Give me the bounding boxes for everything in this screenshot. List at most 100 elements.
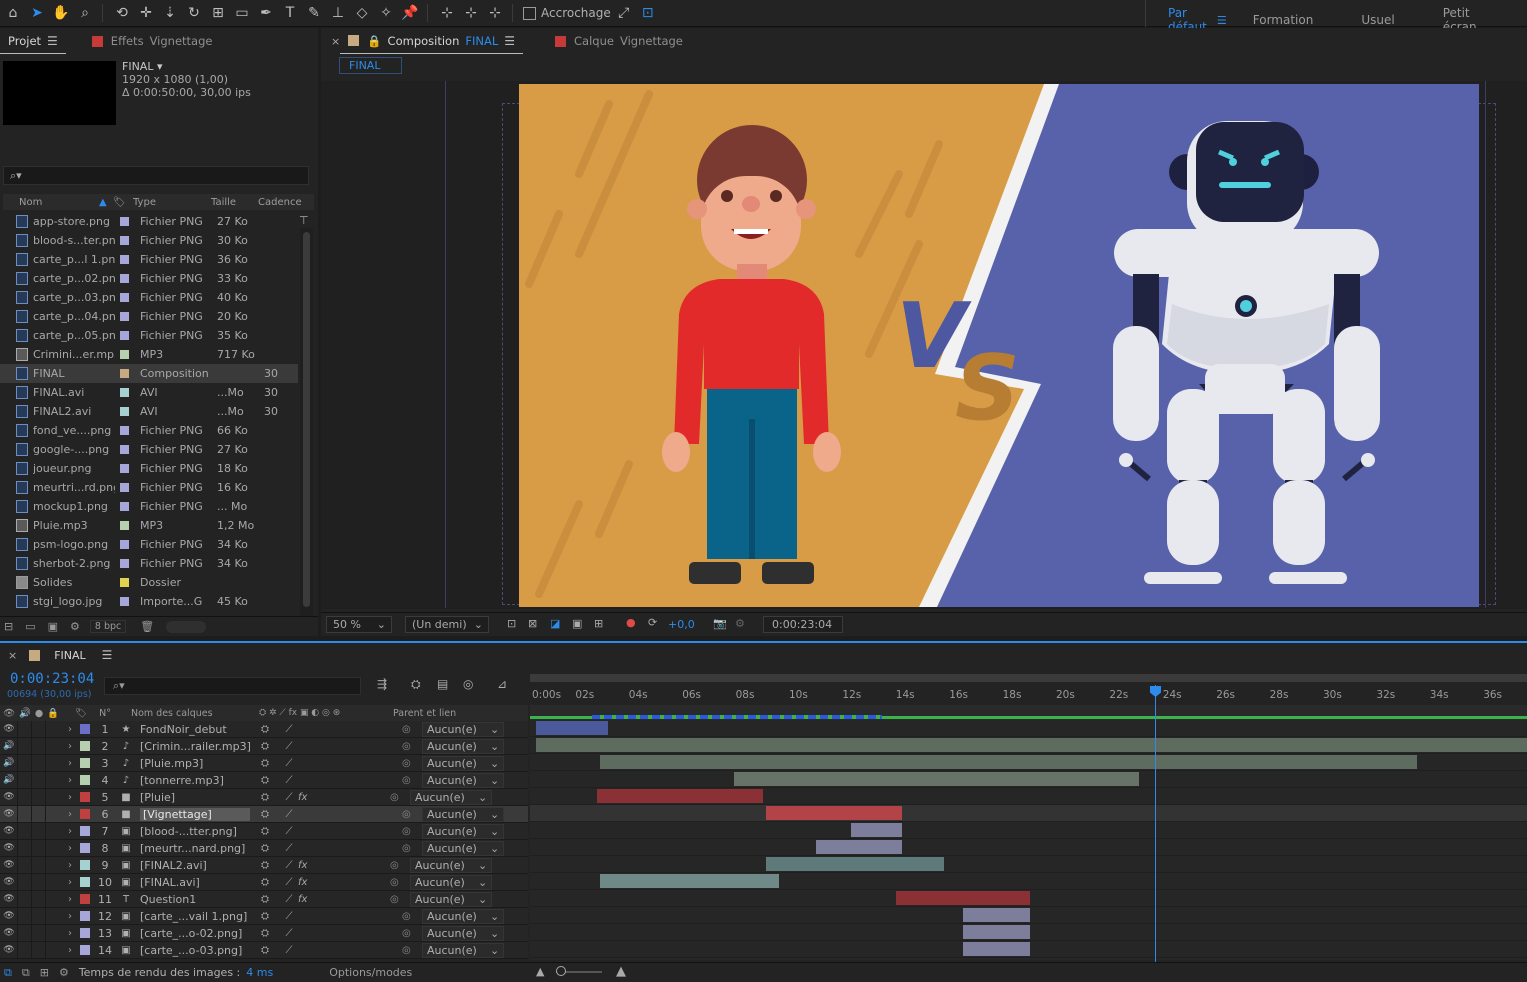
layer-duration-bar[interactable] <box>600 874 779 888</box>
layer-label-swatch[interactable] <box>80 911 90 921</box>
expand-chevron-icon[interactable]: › <box>63 928 77 939</box>
graph-editor-icon[interactable]: ⊿ <box>497 677 507 691</box>
axis-local-icon[interactable]: ⊹ <box>436 2 458 24</box>
quality-switch-icon[interactable]: ⟋ <box>280 758 298 769</box>
pick-whip-icon[interactable]: ◎ <box>402 809 414 820</box>
toggle-cell[interactable] <box>31 771 45 789</box>
layer-row[interactable]: 👁 › 9 ▣ [FINAL2.avi] ⛭ ⟋ fx ◎ Aucun(e) ⌄ <box>0 856 528 874</box>
project-item[interactable]: FINAL Composition 30 <box>0 364 298 383</box>
shy-switch-icon[interactable]: ⛭ <box>250 758 280 769</box>
layer-row[interactable]: 👁 › 8 ▣ [meurtr...nard.png] ⛭ ⟋ ◎ Aucun(e) ⌄ <box>0 839 528 857</box>
project-item[interactable]: carte_p...05.png Fichier PNG 35 Ko <box>0 326 298 345</box>
shy-switch-icon[interactable]: ⛭ <box>250 826 280 837</box>
shy-switch-icon[interactable]: ⛭ <box>250 843 280 854</box>
new-composition-icon[interactable]: ▣ <box>48 620 58 633</box>
layer-track[interactable] <box>530 754 1527 771</box>
show-snapshot-icon[interactable]: ⚙ <box>735 617 745 630</box>
layer-track[interactable] <box>530 873 1527 890</box>
toggle-switches-modes-button[interactable]: Options/modes <box>329 966 412 979</box>
fast-preview-icon[interactable]: ⊡ <box>507 617 516 630</box>
toggle-cell[interactable] <box>17 839 31 857</box>
eraser-tool-icon[interactable]: ◇ <box>351 2 373 24</box>
panel-menu-icon[interactable]: ☰ <box>504 34 515 48</box>
tab-effects[interactable]: Effets Vignettage <box>84 28 221 54</box>
chevron-down-icon[interactable]: ⌄ <box>490 944 499 957</box>
toggle-cell[interactable] <box>31 873 45 891</box>
toggle-cell[interactable] <box>31 941 45 959</box>
project-item[interactable]: joueur.png Fichier PNG 18 Ko <box>0 459 298 478</box>
expand-chevron-icon[interactable]: › <box>63 945 77 956</box>
workspace-training[interactable]: Formation <box>1253 13 1314 27</box>
toggle-cell[interactable] <box>17 720 31 738</box>
project-item[interactable]: Solides Dossier <box>0 573 298 592</box>
layer-track[interactable] <box>530 822 1527 839</box>
layer-track[interactable] <box>530 907 1527 924</box>
layer-row[interactable]: 🔊 › 2 ♪ [Crimin...railer.mp3] ⛭ ⟋ ◎ Aucun(e) ⌄ <box>0 737 528 755</box>
layer-search-input[interactable]: ⌕▾ <box>104 677 361 695</box>
layer-row[interactable]: 👁 › 11 T Question1 ⛭ ⟋ fx ◎ Aucun(e) ⌄ <box>0 890 528 908</box>
pick-whip-icon[interactable]: ◎ <box>402 775 414 786</box>
project-item[interactable]: psm-logo.png Fichier PNG 34 Ko <box>0 535 298 554</box>
layer-name[interactable]: [Vignettage] <box>140 807 250 821</box>
layer-name[interactable]: [Pluie] <box>140 791 250 804</box>
col-size[interactable]: Taille <box>211 197 258 208</box>
layer-track[interactable] <box>530 771 1527 788</box>
layer-label-swatch[interactable] <box>80 928 90 938</box>
toggle-cell[interactable] <box>45 754 59 772</box>
shy-switch-icon[interactable]: ⛭ <box>250 894 280 905</box>
puppet-pin-icon[interactable]: 📌 <box>399 2 421 24</box>
toggle-cell[interactable] <box>31 754 45 772</box>
layer-duration-bar[interactable] <box>816 840 902 854</box>
project-item[interactable]: FINAL.avi AVI ...Mo 30 <box>0 383 298 402</box>
audio-toggle-icon[interactable]: 🔊 <box>3 775 15 785</box>
lock-icon[interactable]: 🔒 <box>367 34 381 48</box>
expand-chevron-icon[interactable]: › <box>63 911 77 922</box>
quality-switch-icon[interactable]: ⟋ <box>280 945 298 956</box>
brush-tool-icon[interactable]: ✎ <box>303 2 325 24</box>
label-tag-icon[interactable]: 🏷 <box>75 708 87 719</box>
rotate-tool-icon[interactable]: ↻ <box>183 2 205 24</box>
toggle-cell[interactable] <box>45 924 59 942</box>
layer-toggle-cells[interactable] <box>17 754 63 772</box>
chevron-down-icon[interactable]: ⌄ <box>490 757 499 770</box>
pick-whip-icon[interactable]: ◎ <box>402 724 414 735</box>
layer-label-swatch[interactable] <box>80 860 90 870</box>
snap-grid-icon[interactable]: ⊡ <box>637 2 659 24</box>
tab-composition[interactable]: 🔒 Composition FINAL ☰ <box>340 28 524 54</box>
pick-whip-icon[interactable]: ◎ <box>390 877 402 888</box>
toggle-cell[interactable] <box>31 720 45 738</box>
shy-switch-icon[interactable]: ⛭ <box>250 911 280 922</box>
tab-project[interactable]: Projet ☰ <box>0 28 66 54</box>
layer-toggle-cells[interactable] <box>17 737 63 755</box>
expand-chevron-icon[interactable]: › <box>63 775 77 786</box>
comp-mini-flowchart-icon[interactable]: ⇶ <box>377 677 387 691</box>
toggle-cell[interactable] <box>31 907 45 925</box>
expand-chevron-icon[interactable]: › <box>63 741 77 752</box>
layer-label-swatch[interactable] <box>80 809 90 819</box>
layer-label-swatch[interactable] <box>80 775 90 785</box>
pan-behind-icon[interactable]: ⊞ <box>207 2 229 24</box>
chevron-down-icon[interactable]: ⌄ <box>490 740 499 753</box>
project-item[interactable]: carte_p...02.png Fichier PNG 33 Ko <box>0 269 298 288</box>
layer-toggle-cells[interactable] <box>17 771 63 789</box>
lock-toggle-icon[interactable]: 🔒 <box>47 708 59 719</box>
fx-switch[interactable]: fx <box>298 894 310 905</box>
toggle-cell[interactable] <box>45 907 59 925</box>
orbit-camera-icon[interactable]: ⟲ <box>111 2 133 24</box>
roto-brush-icon[interactable]: ✧ <box>375 2 397 24</box>
expand-chevron-icon[interactable]: › <box>63 843 77 854</box>
layer-name[interactable]: [meurtr...nard.png] <box>140 842 250 855</box>
expand-chevron-icon[interactable]: › <box>63 860 77 871</box>
project-settings-icon[interactable]: ⚙ <box>70 620 80 633</box>
toggle-cell[interactable] <box>31 890 45 908</box>
zoom-out-icon[interactable]: ▲ <box>536 965 544 978</box>
project-item[interactable]: FINAL2.avi AVI ...Mo 30 <box>0 402 298 421</box>
expand-chevron-icon[interactable]: › <box>63 758 77 769</box>
layer-toggle-cells[interactable] <box>17 839 63 857</box>
layer-duration-bar[interactable] <box>851 823 902 837</box>
shy-switch-icon[interactable]: ⛭ <box>250 792 280 803</box>
col-layer-name[interactable]: Nom des calques <box>131 708 259 719</box>
pick-whip-icon[interactable]: ◎ <box>390 860 402 871</box>
toggle-cell[interactable] <box>31 788 45 806</box>
toggle-cell[interactable] <box>45 771 59 789</box>
